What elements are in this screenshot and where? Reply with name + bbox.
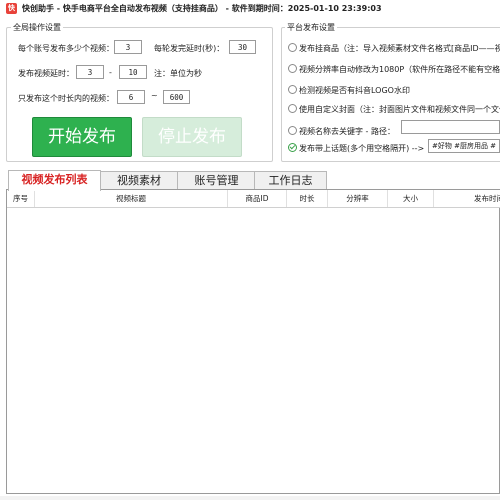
global-settings-title: 全局操作设置 — [11, 22, 63, 33]
col-product-id[interactable]: 商品ID — [228, 190, 287, 207]
option-watermark-radio[interactable] — [288, 85, 297, 94]
col-duration[interactable]: 时长 — [287, 190, 328, 207]
start-publish-button[interactable]: 开始发布 — [32, 117, 132, 157]
option-custom-cover-label: 使用自定义封面（注：封面图片文件和视频文件同一个文件 — [299, 105, 500, 114]
col-resolution[interactable]: 分辨率 — [328, 190, 388, 207]
unit-note: 注：单位为秒 — [154, 69, 202, 78]
round-delay-label: 每轮发完延时(秒)： — [154, 44, 225, 53]
window-title: 快创助手 - 快手电商平台全自动发布视频（支持挂商品） - 软件到期时间：202… — [22, 3, 382, 13]
publish-delay-max-input[interactable]: 10 — [119, 65, 147, 79]
tab-publish-list[interactable]: 视频发布列表 — [8, 170, 101, 191]
publish-list-table[interactable]: 序号 视频标题 商品ID 时长 分辨率 大小 发布时间 — [6, 189, 500, 494]
option-custom-cover-radio[interactable] — [288, 104, 297, 113]
duration-tilde: ~ — [151, 91, 158, 100]
table-header: 序号 视频标题 商品ID 时长 分辨率 大小 发布时间 — [7, 190, 500, 208]
option-topics-checkbox[interactable] — [288, 143, 297, 152]
publish-delay-dash: - — [109, 68, 112, 77]
option-keyword-label: 视频名称去关键字 - 路径： — [299, 127, 395, 136]
col-publish-time[interactable]: 发布时间 — [434, 190, 500, 207]
option-keyword-radio[interactable] — [288, 126, 297, 135]
per-account-input[interactable]: 3 — [114, 40, 142, 54]
publish-delay-min-input[interactable]: 3 — [76, 65, 104, 79]
duration-max-input[interactable]: 600 — [163, 90, 190, 104]
col-size[interactable]: 大小 — [388, 190, 434, 207]
per-account-label: 每个账号发布多少个视频： — [18, 44, 114, 53]
topics-input[interactable]: #好物 #厨房用品 # — [428, 139, 500, 153]
option-watermark-label: 检测视频是否有抖音LOGO水印 — [299, 86, 410, 95]
option-1080p-radio[interactable] — [288, 64, 297, 73]
platform-settings-title: 平台发布设置 — [285, 22, 337, 33]
col-index[interactable]: 序号 — [7, 190, 35, 207]
tab-video-materials[interactable]: 视频素材 — [99, 171, 179, 190]
app-logo-icon: 快 — [6, 2, 17, 14]
status-bar — [0, 496, 500, 500]
title-bar: 快 快创助手 - 快手电商平台全自动发布视频（支持挂商品） - 软件到期时间：2… — [0, 0, 500, 16]
tab-account-management[interactable]: 账号管理 — [177, 171, 256, 190]
duration-min-input[interactable]: 6 — [117, 90, 145, 104]
round-delay-input[interactable]: 30 — [229, 40, 256, 54]
option-topics-label: 发布带上话题(多个用空格隔开) --> — [299, 144, 425, 153]
duration-label: 只发布这个时长内的视频： — [18, 94, 114, 103]
tab-work-log[interactable]: 工作日志 — [254, 171, 327, 190]
option-1080p-label: 视频分辨率自动修改为1080P（软件所在路径不能有空格和 — [299, 65, 500, 74]
option-bind-product-radio[interactable] — [288, 43, 297, 52]
stop-publish-button[interactable]: 停止发布 — [142, 117, 242, 157]
keyword-path-input[interactable] — [401, 120, 500, 134]
option-bind-product-label: 发布挂商品（注：导入视频素材文件名格式[商品ID——视 — [299, 44, 500, 53]
publish-delay-label: 发布视频延时： — [18, 69, 74, 78]
col-video-title[interactable]: 视频标题 — [35, 190, 228, 207]
